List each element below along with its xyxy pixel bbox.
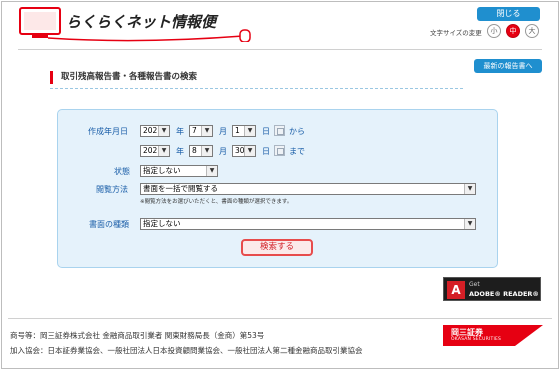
to-month-select[interactable]: 8 ▼: [189, 145, 213, 157]
status-select[interactable]: 指定しない ▼: [140, 165, 218, 177]
chevron-down-icon: ▼: [158, 126, 169, 136]
chevron-down-icon: ▼: [158, 146, 169, 156]
status-label: 状態: [114, 167, 130, 176]
chevron-down-icon: ▼: [464, 219, 475, 229]
status-value: 指定しない: [143, 166, 181, 175]
to-suffix: まで: [289, 147, 305, 156]
get-adobe-reader-link[interactable]: A Get ADOBE® READER®: [443, 277, 541, 301]
from-month-unit: 月: [219, 127, 227, 136]
section-underline: [50, 88, 463, 89]
okasan-securities-logo: 岡三証券 OKASAN SECURITIES: [443, 325, 543, 346]
adobe-get-text: Get: [469, 281, 480, 288]
chevron-down-icon: ▼: [201, 126, 212, 136]
created-date-label: 作成年月日: [88, 127, 128, 136]
close-button[interactable]: 閉じる: [477, 7, 540, 21]
viewing-method-value: 書面を一括で閲覧する: [143, 184, 218, 193]
search-button[interactable]: 検索する: [241, 239, 313, 256]
from-calendar-icon[interactable]: [274, 125, 285, 136]
from-year-select[interactable]: 2021 ▼: [140, 125, 170, 137]
to-year-select[interactable]: 2021 ▼: [140, 145, 170, 157]
adobe-acrobat-icon: A: [447, 281, 465, 299]
to-month-value: 8: [192, 146, 197, 155]
okasan-logo-en: OKASAN SECURITIES: [451, 337, 502, 342]
logo-swoosh-shape: [515, 325, 543, 346]
footer-divider: [8, 318, 552, 319]
document-type-select[interactable]: 指定しない ▼: [140, 218, 476, 230]
rakuraku-logo: らくらくネット情報便: [18, 6, 258, 43]
font-size-large-button[interactable]: 大: [525, 24, 539, 38]
chevron-down-icon: ▼: [206, 166, 217, 176]
font-size-small-button[interactable]: 小: [487, 24, 501, 38]
chevron-down-icon: ▼: [244, 146, 255, 156]
to-day-select[interactable]: 30 ▼: [232, 145, 256, 157]
font-size-label: 文字サイズの変更: [430, 29, 482, 37]
to-calendar-icon[interactable]: [274, 145, 285, 156]
font-size-medium-button[interactable]: 中: [506, 24, 520, 38]
viewing-method-label: 閲覧方法: [96, 185, 128, 194]
from-day-select[interactable]: 1 ▼: [232, 125, 256, 137]
chevron-down-icon: ▼: [201, 146, 212, 156]
chevron-down-icon: ▼: [244, 126, 255, 136]
section-title: 取引残高報告書・各種報告書の検索: [50, 71, 197, 84]
chevron-down-icon: ▼: [464, 184, 475, 194]
from-day-value: 1: [235, 126, 240, 135]
viewing-method-select[interactable]: 書面を一括で閲覧する ▼: [140, 183, 476, 195]
adobe-reader-text: ADOBE® READER®: [469, 290, 539, 298]
viewing-method-note: ※閲覧方法をお選びいただくと、書面の種類が選択できます。: [140, 199, 293, 205]
logo-text: らくらくネット情報便: [66, 13, 217, 31]
header-divider: [18, 49, 542, 50]
company-registration-text: 商号等：岡三証券株式会社 金融商品取引業者 関東財務局長（金商）第53号: [10, 331, 265, 340]
latest-report-button[interactable]: 最新の報告書へ: [474, 59, 542, 73]
from-month-select[interactable]: 7 ▼: [189, 125, 213, 137]
document-type-label: 書面の種類: [89, 220, 129, 229]
to-day-unit: 日: [262, 147, 270, 156]
to-year-unit: 年: [176, 147, 184, 156]
from-day-unit: 日: [262, 127, 270, 136]
from-suffix: から: [289, 127, 305, 136]
from-month-value: 7: [192, 126, 197, 135]
to-month-unit: 月: [219, 147, 227, 156]
from-year-unit: 年: [176, 127, 184, 136]
document-type-value: 指定しない: [143, 219, 181, 228]
association-membership-text: 加入協会：日本証券業協会、一般社団法人日本投資顧問業協会、一般社団法人第二種金融…: [10, 346, 363, 355]
